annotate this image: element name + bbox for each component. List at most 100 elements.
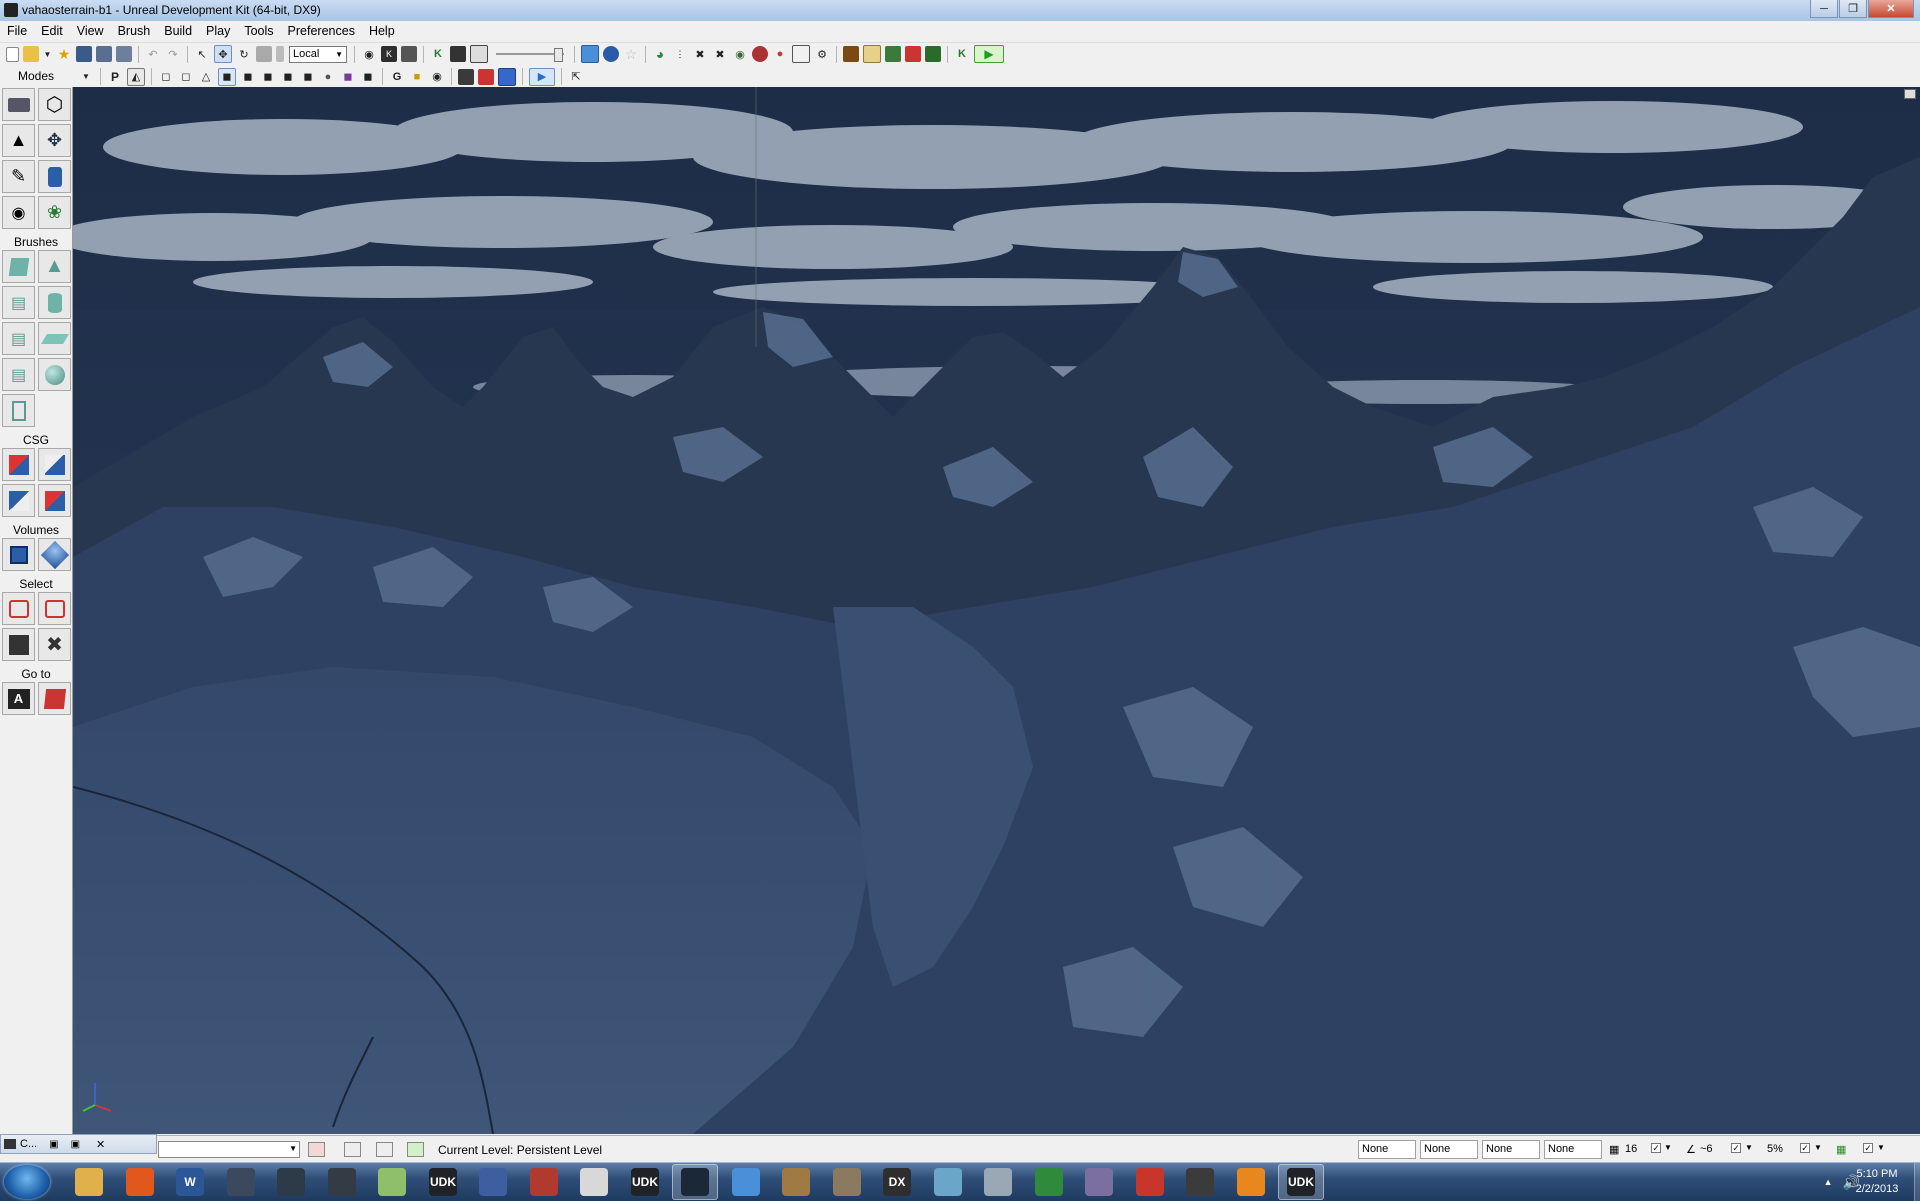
menu-play[interactable]: Play xyxy=(199,21,237,41)
taskbar-firefox-button[interactable] xyxy=(117,1164,163,1200)
build-paths-icon[interactable] xyxy=(470,45,488,63)
volume-list-button[interactable] xyxy=(38,538,71,571)
open-dropdown-icon[interactable]: ▼ xyxy=(43,46,52,62)
taskbar-app-18-button[interactable] xyxy=(925,1164,971,1200)
texture-align-button[interactable]: ✎ xyxy=(2,160,35,193)
build-all-icon[interactable]: ✖ xyxy=(712,46,728,62)
play-preview-icon[interactable]: ▶ xyxy=(529,67,555,86)
build-geometry-icon[interactable]: K xyxy=(430,46,446,62)
chevron-down-icon[interactable]: ▼ xyxy=(1814,1143,1822,1152)
camera-mode-button[interactable] xyxy=(2,88,35,121)
game-view-icon[interactable]: ◼ xyxy=(360,69,376,85)
taskbar-steam-button[interactable] xyxy=(672,1164,718,1200)
taskbar-app-7-button[interactable] xyxy=(369,1164,415,1200)
taskbar-app-15-button[interactable] xyxy=(773,1164,819,1200)
taskbar-udk-3-button[interactable]: UDK xyxy=(1278,1164,1324,1200)
taskbar-media-player-button[interactable] xyxy=(1228,1164,1274,1200)
sheet-brush-button[interactable] xyxy=(38,322,71,355)
menu-view[interactable]: View xyxy=(70,21,111,41)
menu-file[interactable]: File xyxy=(0,21,34,41)
minimize-button[interactable]: ─ xyxy=(1810,0,1838,18)
save-as-icon[interactable] xyxy=(116,46,132,62)
detail-lighting-icon[interactable]: ◼ xyxy=(218,67,236,86)
find-icon[interactable]: ◉ xyxy=(361,46,377,62)
taskbar-app-21-button[interactable] xyxy=(1076,1164,1122,1200)
matinee-icon[interactable]: ⚙ xyxy=(814,46,830,62)
maximize-button[interactable]: ❐ xyxy=(1839,0,1867,18)
taskbar-app-6-button[interactable] xyxy=(319,1164,365,1200)
play-in-editor-icon[interactable]: ▶ xyxy=(974,45,1004,63)
scale-snap[interactable]: 5% xyxy=(1767,1143,1783,1155)
rotation-snap-checkbox[interactable]: ✓ xyxy=(1731,1143,1741,1153)
scale-icon[interactable] xyxy=(256,46,272,62)
cube-brush-button[interactable] xyxy=(2,250,35,283)
snap-field-1[interactable]: None xyxy=(1358,1140,1416,1159)
add-volume-button[interactable] xyxy=(2,538,35,571)
lock-icon[interactable]: ■ xyxy=(409,69,425,85)
cinematic-icon[interactable] xyxy=(478,68,494,85)
scale-nonuniform-icon[interactable] xyxy=(276,46,284,62)
snap-field-3[interactable]: None xyxy=(1482,1140,1540,1159)
taskbar-gimp-button[interactable] xyxy=(824,1164,870,1200)
menu-tools[interactable]: Tools xyxy=(237,21,280,41)
cone-brush-button[interactable]: ▲ xyxy=(38,250,71,283)
camera-speed-2-icon[interactable] xyxy=(603,46,619,62)
camera-speed-icon[interactable] xyxy=(581,45,599,63)
cylinder-brush-button[interactable] xyxy=(38,286,71,319)
grid-size[interactable]: 16 xyxy=(1625,1143,1637,1155)
texture-density-icon[interactable]: ◼ xyxy=(280,69,296,85)
perspective-icon[interactable]: P xyxy=(107,69,123,85)
taskbar-app-11-button[interactable] xyxy=(571,1164,617,1200)
menu-build[interactable]: Build xyxy=(157,21,199,41)
rotation-grid-icon[interactable] xyxy=(376,1142,393,1157)
close-icon[interactable]: ✕ xyxy=(96,1138,105,1151)
landscape-mode-button[interactable]: ✥ xyxy=(38,124,71,157)
star-icon[interactable]: ☆ xyxy=(623,46,639,62)
perspective-viewport[interactable] xyxy=(73,87,1920,1134)
csg-subtract-button[interactable] xyxy=(38,448,71,481)
package-icon[interactable] xyxy=(863,45,881,63)
show-flags-icon[interactable]: ◉ xyxy=(429,69,445,85)
maximize-icon[interactable]: ▣ xyxy=(71,1139,80,1150)
translate-icon[interactable]: ✥ xyxy=(214,45,232,63)
curved-stair-button[interactable]: ▤ xyxy=(2,286,35,319)
spiral-stair-button[interactable]: ▤ xyxy=(2,358,35,391)
record-icon[interactable] xyxy=(905,46,921,62)
current-level-value[interactable]: Persistent Level xyxy=(517,1143,602,1157)
grid-icon[interactable] xyxy=(792,45,810,63)
show-selected-button[interactable] xyxy=(2,592,35,625)
menu-preferences[interactable]: Preferences xyxy=(281,21,362,41)
chevron-down-icon[interactable]: ▼ xyxy=(1877,1143,1885,1152)
drag-grid-icon[interactable] xyxy=(344,1142,361,1157)
rotate-icon[interactable]: ↻ xyxy=(236,46,252,62)
select-icon[interactable]: ↖ xyxy=(194,46,210,62)
sphere-brush-button[interactable] xyxy=(38,358,71,391)
snap-field-2[interactable]: None xyxy=(1420,1140,1478,1159)
taskbar-udk-1-button[interactable]: UDK xyxy=(420,1164,466,1200)
kismet-icon[interactable]: K xyxy=(381,46,397,62)
taskbar-udk-2-button[interactable]: UDK xyxy=(622,1164,668,1200)
grid-snap-checkbox[interactable]: ✓ xyxy=(1651,1143,1661,1153)
shader-complexity-icon[interactable]: ◼ xyxy=(300,69,316,85)
film-icon[interactable] xyxy=(885,46,901,62)
rotation-snap[interactable]: ~6 xyxy=(1700,1143,1713,1155)
viewport-maximize-button[interactable] xyxy=(1904,89,1916,99)
sequence-icon[interactable] xyxy=(843,46,859,62)
goto-actor-button[interactable]: A xyxy=(2,682,35,715)
kismet-build-icon[interactable]: K xyxy=(954,46,970,62)
autosave-icon[interactable]: ▦ xyxy=(1836,1143,1846,1156)
lightmap-density-icon[interactable]: ● xyxy=(320,69,336,85)
taskbar-calculator-button[interactable] xyxy=(975,1164,1021,1200)
build-lighting-icon[interactable] xyxy=(450,46,466,62)
hide-selected-button[interactable] xyxy=(38,592,71,625)
taskbar-directx-button[interactable]: DX xyxy=(874,1164,920,1200)
taskbar-chrome-button[interactable] xyxy=(723,1164,769,1200)
linear-stair-button[interactable]: ▤ xyxy=(2,322,35,355)
map-check-icon[interactable]: ◉ xyxy=(732,46,748,62)
restore-icon[interactable]: ▣ xyxy=(49,1139,58,1150)
taskbar-explorer-button[interactable] xyxy=(66,1164,112,1200)
static-mesh-button[interactable]: ◉ xyxy=(2,196,35,229)
redo-icon[interactable]: ↷ xyxy=(165,46,181,62)
monitor-icon[interactable] xyxy=(925,46,941,62)
kismet-flag-icon[interactable] xyxy=(458,68,474,85)
